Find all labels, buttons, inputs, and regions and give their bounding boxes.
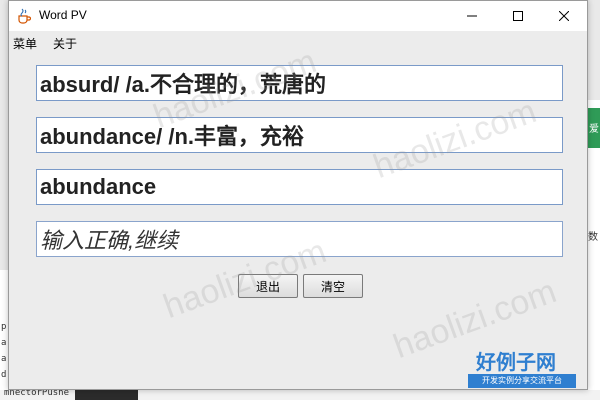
watermark-logo-title: 好例子网: [476, 350, 556, 374]
background-dark-block: [75, 390, 138, 400]
watermark-logo-subtitle: 开发实例分享交流平台: [468, 374, 576, 388]
minimize-icon: [467, 15, 477, 17]
close-icon: [559, 11, 569, 21]
previous-word-field[interactable]: absurd/ /a.不合理的，荒唐的: [36, 65, 563, 101]
close-button[interactable]: [541, 1, 587, 31]
menu-item-menu[interactable]: 菜单: [13, 35, 37, 52]
status-field[interactable]: 输入正确,继续: [36, 221, 563, 257]
menu-bar: 菜单 关于: [9, 31, 587, 53]
background-text: a: [1, 338, 7, 348]
minimize-button[interactable]: [449, 1, 495, 31]
app-window: Word PV 菜单 关于 absurd/ /a.不合理的，荒唐的 abunda…: [8, 0, 588, 390]
answer-input[interactable]: abundance: [36, 169, 563, 205]
maximize-icon: [513, 11, 523, 21]
current-word-field[interactable]: abundance/ /n.丰富，充裕: [36, 117, 563, 153]
java-cup-icon: [18, 8, 31, 24]
menu-item-about[interactable]: 关于: [53, 35, 77, 52]
window-title: Word PV: [39, 8, 87, 22]
watermark-logo: 好例子网 开发实例分享交流平台: [468, 346, 578, 394]
exit-button[interactable]: 退出: [238, 274, 298, 298]
background-text: d: [1, 370, 7, 380]
background-window-fragment-right: 爱 数: [588, 100, 600, 400]
maximize-button[interactable]: [495, 1, 541, 31]
title-bar[interactable]: Word PV: [9, 1, 587, 31]
background-text: p: [1, 322, 7, 332]
background-text: a: [1, 354, 7, 364]
background-green-tab: 爱: [588, 108, 600, 148]
background-text: 数: [588, 232, 598, 243]
clear-button[interactable]: 清空: [303, 274, 363, 298]
